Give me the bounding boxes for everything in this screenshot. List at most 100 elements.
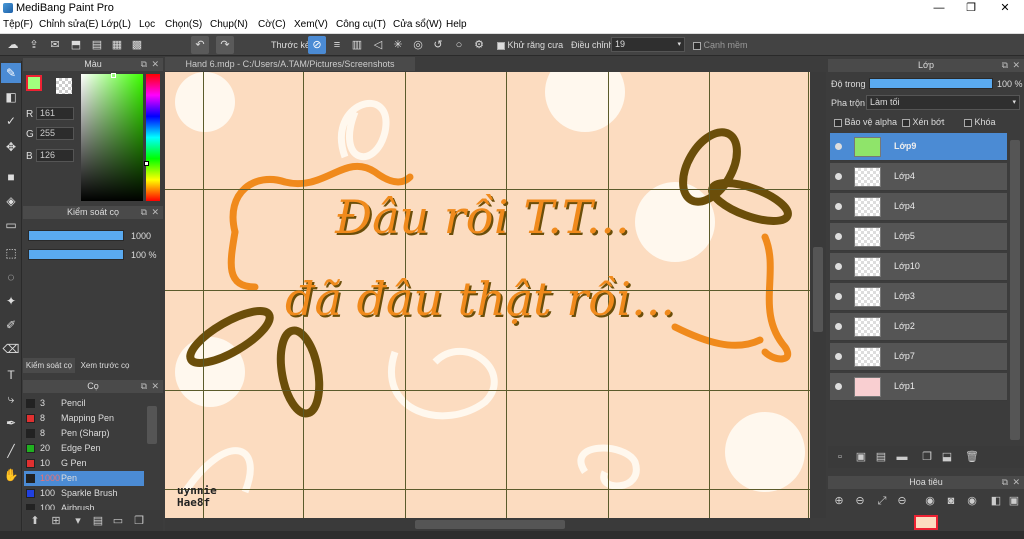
lock-toggle[interactable]: Khóa bbox=[964, 117, 996, 127]
b-field[interactable]: 126 bbox=[36, 149, 74, 162]
share-icon[interactable]: ⬒ bbox=[67, 36, 85, 54]
menu-layer[interactable]: Lớp(L) bbox=[101, 19, 131, 30]
layer-row[interactable]: Lớp4 bbox=[830, 193, 1007, 221]
correction-select[interactable]: 19 ▾ bbox=[611, 37, 685, 52]
blend-select[interactable]: Làm tối ▾ bbox=[866, 95, 1020, 110]
undo-icon[interactable]: ↶ bbox=[191, 36, 209, 54]
menu-file[interactable]: Tệp(F) bbox=[3, 19, 33, 30]
brush-menu-icon[interactable]: ▾ bbox=[70, 513, 86, 529]
redo-icon[interactable]: ↷ bbox=[216, 36, 234, 54]
g-field[interactable]: 255 bbox=[36, 127, 74, 140]
drawing-canvas[interactable]: Đâu rồi T.T... đã đâu thật rồi... uynnie… bbox=[165, 72, 810, 518]
lasso-tool-icon[interactable]: ◌ bbox=[1, 267, 21, 287]
tile-icon[interactable]: ▩ bbox=[128, 36, 146, 54]
zoom-in-icon[interactable]: ⊕ bbox=[831, 493, 847, 509]
menu-flag[interactable]: Cờ(C) bbox=[258, 19, 286, 30]
operation-tool-icon[interactable]: ⤷ bbox=[1, 389, 21, 409]
maximize-button[interactable]: ❐ bbox=[956, 0, 986, 17]
concentric-ruler-icon[interactable]: ◎ bbox=[409, 36, 427, 54]
move-tool-icon[interactable]: ✥ bbox=[1, 137, 21, 157]
zoom-out-icon[interactable]: ⊖ bbox=[852, 493, 868, 509]
grid-settings-icon[interactable]: ▦ bbox=[108, 36, 126, 54]
tab-brush-preview[interactable]: Xem trước cọ bbox=[77, 358, 133, 373]
close-icon[interactable]: ✕ bbox=[151, 206, 159, 219]
minimize-button[interactable]: — bbox=[924, 0, 954, 17]
layer-row[interactable]: Lớp1 bbox=[830, 373, 1007, 401]
brush-list-scrollbar[interactable] bbox=[147, 406, 157, 444]
menu-tools[interactable]: Công cụ(T) bbox=[336, 19, 386, 30]
visibility-eye-icon[interactable] bbox=[835, 263, 842, 270]
visibility-eye-icon[interactable] bbox=[835, 323, 842, 330]
new-layer-icon[interactable]: ▫ bbox=[832, 449, 848, 465]
reset-rotation-icon[interactable]: ◙ bbox=[943, 493, 959, 509]
float-icon[interactable]: ⧉ bbox=[141, 58, 147, 71]
layer-row[interactable]: Lớp9 bbox=[830, 133, 1007, 161]
curve-ruler-icon[interactable]: ↺ bbox=[429, 36, 447, 54]
menu-help[interactable]: Help bbox=[446, 19, 467, 30]
eraser-tool-icon[interactable]: ◧ bbox=[1, 87, 21, 107]
navigator-thumbnail[interactable] bbox=[914, 515, 938, 530]
new-folder-icon[interactable]: ▬ bbox=[894, 449, 910, 465]
fill-tool-icon[interactable]: ◈ bbox=[1, 191, 21, 211]
brush-list-item[interactable]: 100 Sparkle Brush bbox=[24, 486, 144, 501]
visibility-eye-icon[interactable] bbox=[835, 383, 842, 390]
layer-row[interactable]: Lớp4 bbox=[830, 163, 1007, 191]
canvas-vscrollbar[interactable] bbox=[813, 247, 823, 332]
hue-slider[interactable] bbox=[146, 74, 160, 201]
flip-icon[interactable]: ◧ bbox=[988, 493, 1004, 509]
dot-tool-icon[interactable]: ✓ bbox=[1, 111, 21, 131]
layer-row[interactable]: Lớp3 bbox=[830, 283, 1007, 311]
close-icon[interactable]: ✕ bbox=[1012, 476, 1020, 489]
text-tool-icon[interactable]: T bbox=[1, 365, 21, 385]
hue-cursor[interactable] bbox=[144, 161, 149, 166]
layer-row[interactable]: Lớp5 bbox=[830, 223, 1007, 251]
menu-snap[interactable]: Chụp(N) bbox=[210, 19, 248, 30]
select-eraser-icon[interactable]: ⌫ bbox=[1, 339, 21, 359]
float-icon[interactable]: ⧉ bbox=[141, 206, 147, 219]
shape-tool-icon[interactable]: ■ bbox=[1, 167, 21, 187]
brush-list-item[interactable]: 1000 Pen bbox=[24, 471, 144, 486]
float-icon[interactable]: ⧉ bbox=[1002, 476, 1008, 489]
close-icon[interactable]: ✕ bbox=[1012, 59, 1020, 72]
saturation-value-picker[interactable] bbox=[81, 74, 143, 201]
layer-row[interactable]: Lớp2 bbox=[830, 313, 1007, 341]
select-tool-icon[interactable]: ⬚ bbox=[1, 243, 21, 263]
brush-list-item[interactable]: 20 Edge Pen bbox=[24, 441, 144, 456]
brush-opacity-slider[interactable] bbox=[28, 249, 124, 260]
menu-window[interactable]: Cửa sổ(W) bbox=[393, 19, 442, 30]
antialias-checkbox[interactable] bbox=[497, 41, 505, 50]
menu-select[interactable]: Chọn(S) bbox=[165, 19, 202, 30]
layer-row[interactable]: Lớp10 bbox=[830, 253, 1007, 281]
visibility-eye-icon[interactable] bbox=[835, 293, 842, 300]
brush-copy-icon[interactable]: ❐ bbox=[131, 513, 147, 529]
divide-tool-icon[interactable]: ╱ bbox=[1, 441, 21, 461]
menu-edit[interactable]: Chỉnh sửa(E) bbox=[39, 19, 99, 30]
ellipse-ruler-icon[interactable]: ○ bbox=[450, 36, 468, 54]
r-field[interactable]: 161 bbox=[36, 107, 74, 120]
layer-opacity-slider[interactable] bbox=[869, 78, 993, 89]
radial-ruler-icon[interactable]: ✳ bbox=[389, 36, 407, 54]
visibility-eye-icon[interactable] bbox=[835, 173, 842, 180]
protect-alpha-checkbox[interactable] bbox=[834, 118, 842, 127]
brush-folder-icon[interactable]: ▭ bbox=[110, 513, 126, 529]
brush-cloud-icon[interactable]: ⬆ bbox=[27, 513, 43, 529]
layer-row[interactable]: Lớp7 bbox=[830, 343, 1007, 371]
rotate-right-icon[interactable]: ◉ bbox=[964, 493, 980, 509]
fit-icon[interactable]: ⤢ bbox=[874, 493, 890, 509]
perspective-ruler-icon[interactable]: ◁ bbox=[369, 36, 387, 54]
hand-tool-icon[interactable]: ✋ bbox=[1, 465, 21, 485]
antialias-toggle[interactable]: Khử răng cưa bbox=[497, 40, 563, 50]
close-button[interactable]: ✕ bbox=[990, 0, 1020, 17]
new-8bit-layer-icon[interactable]: ▤ bbox=[873, 449, 889, 465]
visibility-eye-icon[interactable] bbox=[835, 143, 842, 150]
select-pen-icon[interactable]: ✐ bbox=[1, 315, 21, 335]
visibility-eye-icon[interactable] bbox=[835, 203, 842, 210]
brush-list-item[interactable]: 10 G Pen bbox=[24, 456, 144, 471]
ruler-settings-icon[interactable]: ⚙ bbox=[470, 36, 488, 54]
parallel-ruler-icon[interactable]: ≡ bbox=[328, 36, 346, 54]
float-icon[interactable]: ⧉ bbox=[1002, 59, 1008, 72]
comment-icon[interactable]: ✉ bbox=[46, 36, 64, 54]
add-brush-icon[interactable]: ⊞ bbox=[48, 513, 64, 529]
clipping-checkbox[interactable] bbox=[902, 118, 910, 127]
sharp-checkbox[interactable] bbox=[693, 41, 701, 50]
